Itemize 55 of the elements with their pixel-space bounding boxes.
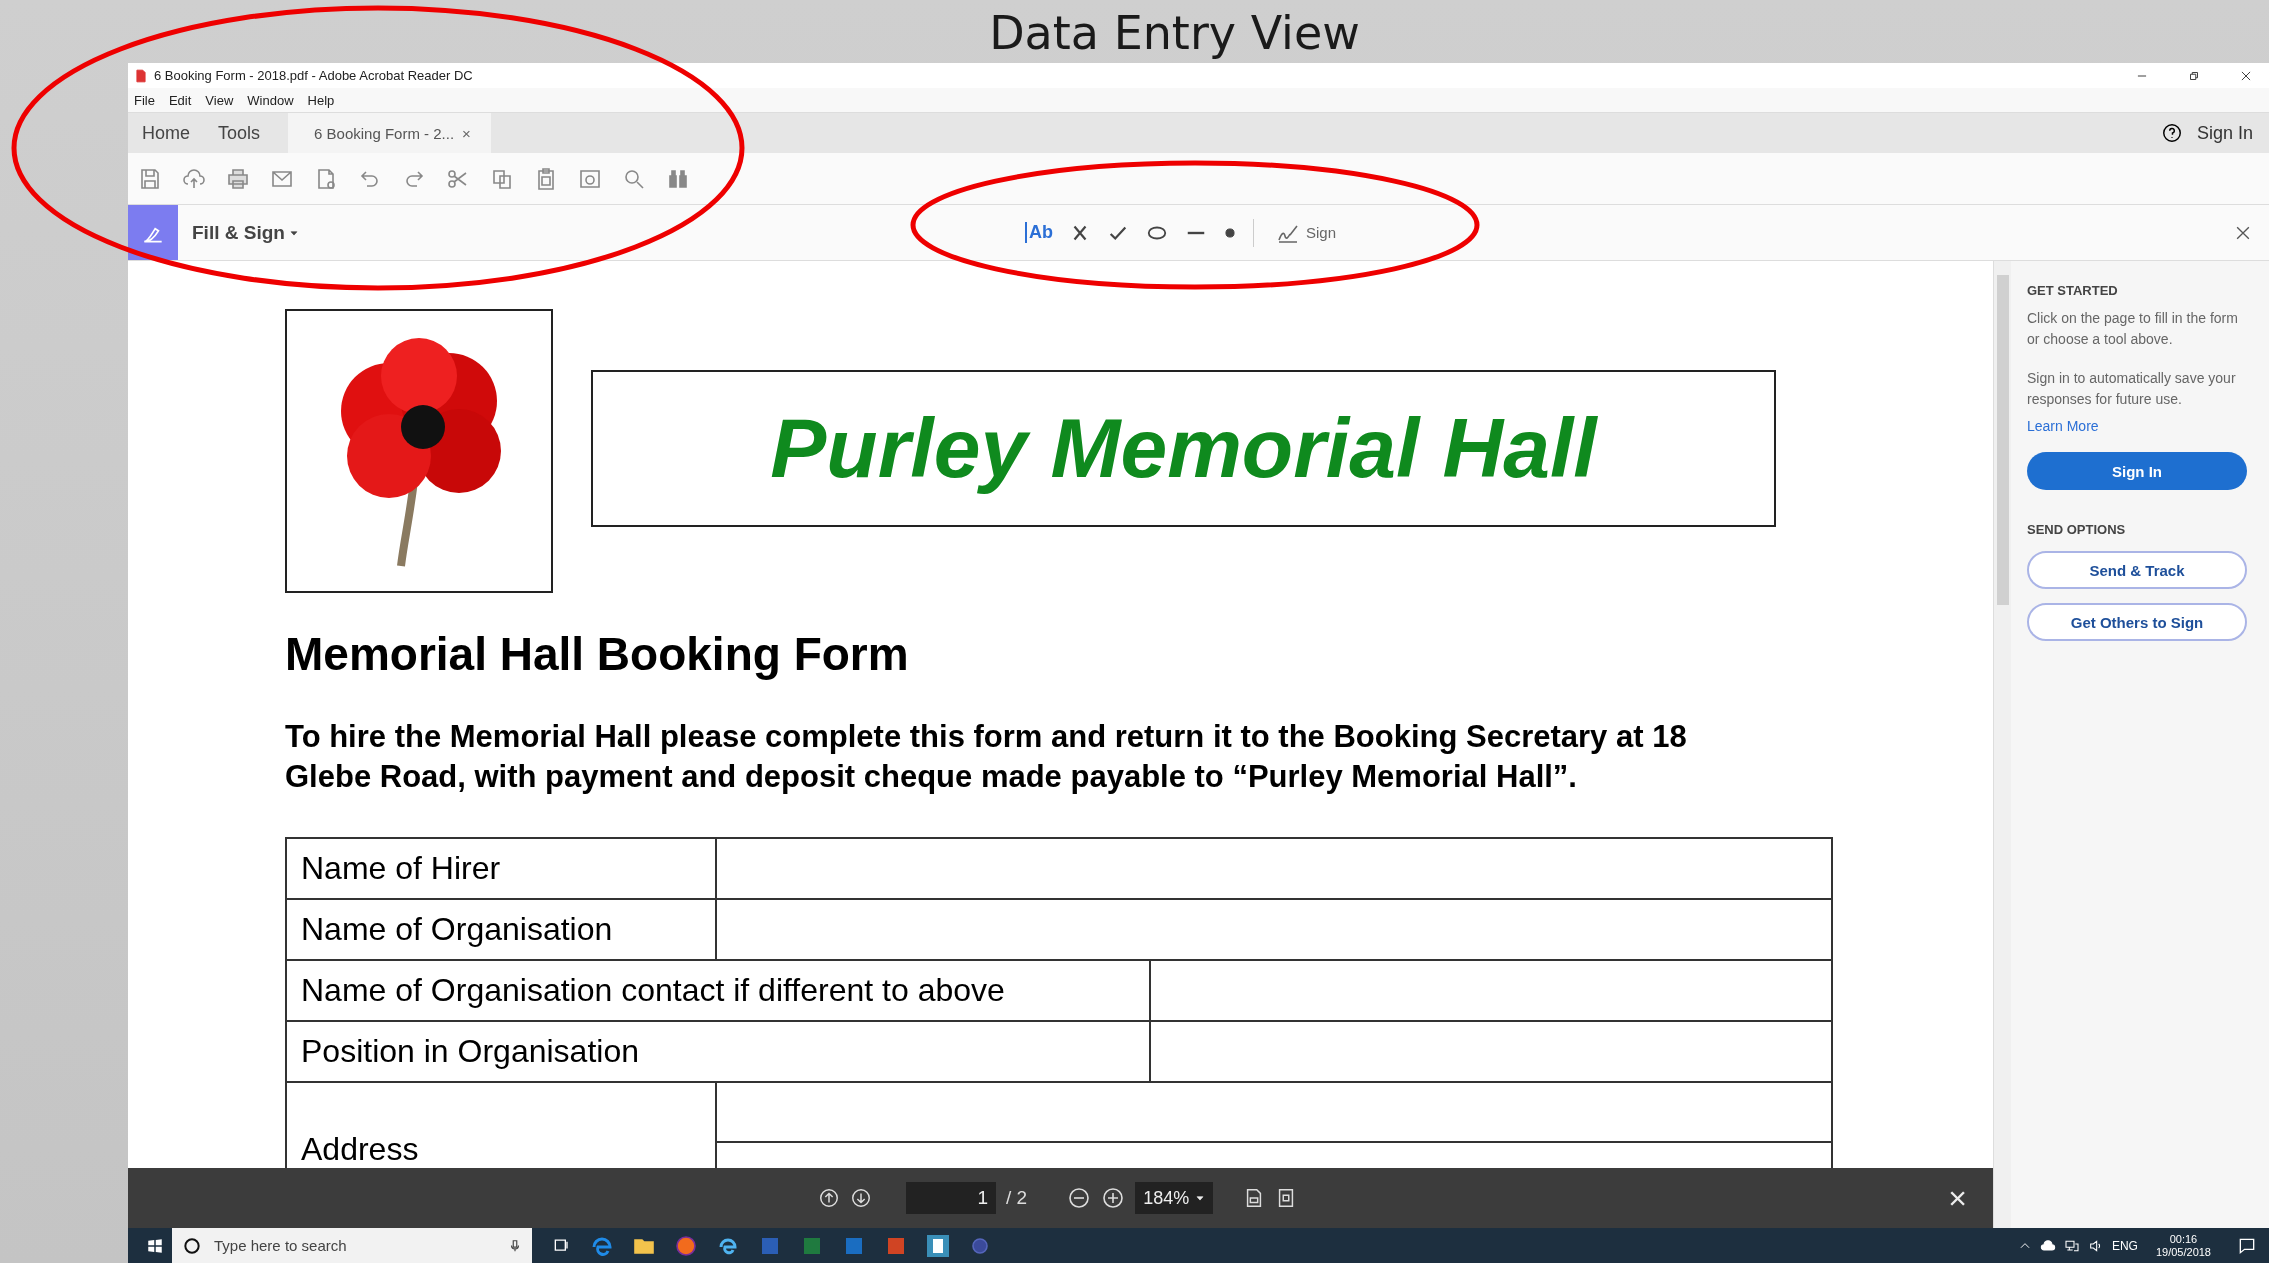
help-icon[interactable] (2160, 122, 2183, 144)
zoom-dropdown[interactable]: 184% (1135, 1182, 1214, 1214)
hall-name-heading: Purley Memorial Hall (770, 400, 1597, 497)
caret-down-icon (1195, 1193, 1206, 1203)
sign-in-button[interactable]: Sign In (2027, 452, 2247, 490)
section-heading: SEND OPTIONS (2027, 522, 2127, 537)
close-button[interactable]: × (1942, 1178, 1973, 1218)
menu-item[interactable]: View (205, 92, 234, 108)
field-label: Name of Organisation (287, 900, 717, 959)
page-up-icon[interactable] (818, 1187, 840, 1209)
page-count: / 2 (1006, 1187, 1028, 1209)
sign-tool[interactable]: Sign (1270, 219, 1343, 246)
send-option-button[interactable]: Send & Track (2027, 551, 2247, 589)
save-icon[interactable] (138, 166, 162, 191)
add-text-tool[interactable]: Ab (1025, 222, 1053, 243)
scrollbar[interactable] (1993, 261, 2011, 1228)
section-heading: GET STARTED (2027, 283, 2119, 298)
learn-more-link[interactable]: Learn More (2027, 418, 2099, 434)
clock-date[interactable]: 19/05/2018 (2155, 1245, 2211, 1259)
firefox-icon[interactable] (674, 1233, 698, 1258)
send-option-button[interactable]: Get Others to Sign (2027, 603, 2247, 641)
windows-logo-icon[interactable] (146, 1236, 164, 1255)
tab[interactable]: Tools (204, 113, 275, 153)
sign-in-link[interactable]: Sign In (2196, 122, 2253, 144)
help-text: Click on the page to fill in the form or choose a tool above. (2027, 309, 2239, 349)
tab[interactable]: Home (128, 113, 204, 153)
field-label: Position in Organisation (287, 1022, 1151, 1081)
zoom-out-icon[interactable] (1067, 1186, 1092, 1210)
search-box[interactable]: Type here to search (172, 1228, 532, 1263)
menu-item[interactable]: Edit (168, 92, 192, 108)
zoom-in-icon[interactable] (1101, 1186, 1126, 1210)
field-label: Name of Organisation contact if different to above (287, 961, 1151, 1020)
search-field[interactable]: Type here to search (212, 1236, 498, 1255)
form-instructions: To hire the Memorial Hall please complete this form and return it to the Booking Secretary at 18 Glebe Road, with payment and deposit cheque made payable to “Purley Memorial Hall”. (285, 718, 1688, 796)
tab[interactable]: 6 Booking Form - 2... × (288, 113, 491, 153)
language-indicator[interactable]: ENG (2111, 1238, 2138, 1253)
page-number-field[interactable]: 1 (906, 1182, 996, 1214)
cloud-upload-icon[interactable] (182, 166, 206, 191)
document-app-icon[interactable] (926, 1233, 950, 1258)
dot-tool-icon[interactable] (1223, 225, 1237, 240)
form-title: Memorial Hall Booking Form (285, 627, 910, 681)
help-text: Sign in to automatically save your responses for future use. (2027, 369, 2237, 409)
slide-title: Data Entry View (989, 5, 1360, 62)
pen-icon[interactable] (128, 205, 178, 260)
pdf-file-icon (134, 68, 148, 83)
fill-sign-menu[interactable]: Fill & Sign (192, 221, 692, 244)
menu-item[interactable]: File (134, 92, 155, 108)
page-down-icon[interactable] (850, 1187, 872, 1209)
print-icon[interactable] (226, 166, 250, 191)
clock-time[interactable]: 00:16 (2169, 1232, 2198, 1246)
menu-item[interactable]: Help (307, 92, 335, 108)
field-label: Name of Hirer (287, 839, 717, 898)
menu-item[interactable]: Window (247, 92, 294, 108)
cloud-icon[interactable] (2039, 1237, 2056, 1254)
window-title: 6 Booking Form - 2018.pdf - Adobe Acrobat Reader DC (154, 68, 473, 83)
